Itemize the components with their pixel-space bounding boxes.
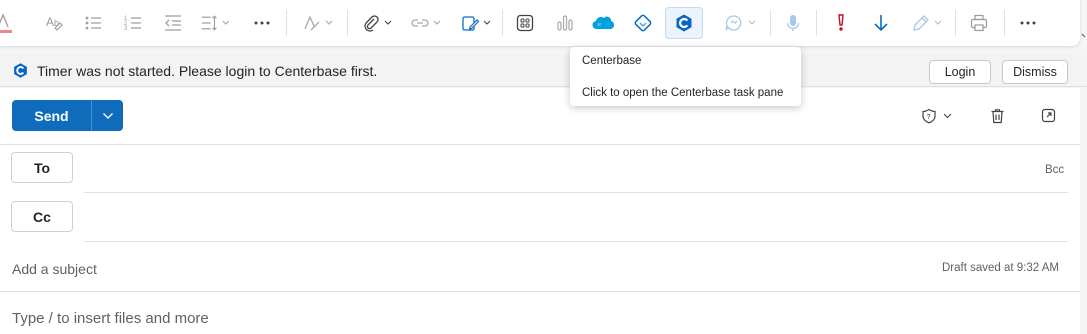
protection-button[interactable]: ? xyxy=(921,108,952,124)
chevron-down-icon xyxy=(943,113,952,119)
centerbase-icon xyxy=(676,14,692,32)
font-color-icon xyxy=(0,13,12,33)
to-button[interactable]: To xyxy=(11,152,73,183)
header-divider xyxy=(0,144,1080,145)
chevron-down-icon xyxy=(934,20,941,25)
tooltip-description: Click to open the Centerbase task pane xyxy=(582,87,784,99)
viva-insights-icon xyxy=(557,15,573,31)
send-button-group: Send xyxy=(12,100,123,131)
apps-icon xyxy=(516,14,534,32)
high-importance-button[interactable] xyxy=(828,8,854,38)
low-importance-icon xyxy=(874,15,888,32)
centerbase-tooltip: Centerbase Click to open the Centerbase … xyxy=(570,47,801,106)
copilot-icon xyxy=(724,15,741,31)
svg-text:3: 3 xyxy=(124,26,128,32)
centerbase-icon xyxy=(14,63,27,78)
clear-formatting-icon: A b xyxy=(46,15,63,31)
loop-icon xyxy=(634,14,652,32)
viva-insights-button[interactable] xyxy=(551,8,579,38)
bcc-button[interactable]: Bcc xyxy=(1045,164,1064,176)
clear-formatting-button[interactable]: A b xyxy=(40,8,68,38)
send-button[interactable]: Send xyxy=(12,100,91,131)
dismiss-button[interactable]: Dismiss xyxy=(1002,60,1068,84)
shield-question-icon: ? xyxy=(922,108,936,124)
notification-message: Timer was not started. Please login to C… xyxy=(37,63,378,79)
outlook-compose-window: A b 1 2 3 sf Timer was not started. Plea… xyxy=(0,0,1087,334)
toolbar-separator xyxy=(286,10,287,36)
svg-text:A: A xyxy=(46,15,54,29)
centerbase-button[interactable] xyxy=(665,7,703,39)
link-icon xyxy=(410,19,429,27)
tooltip-title: Centerbase xyxy=(582,55,642,67)
signature-icon xyxy=(461,16,479,31)
send-options-button[interactable] xyxy=(91,100,123,131)
toolbar-separator xyxy=(502,10,503,36)
to-field-underline xyxy=(84,192,1068,193)
font-color-button[interactable] xyxy=(0,8,14,38)
link-button[interactable] xyxy=(406,8,444,38)
login-button[interactable]: Login xyxy=(929,60,991,84)
line-spacing-icon xyxy=(201,15,217,31)
toolbar-separator xyxy=(347,10,348,36)
copilot-button[interactable] xyxy=(718,8,760,38)
toolbar-separator xyxy=(770,10,771,36)
chevron-down-icon xyxy=(325,20,332,25)
subject-input[interactable]: Add a subject xyxy=(12,261,97,277)
bullets-button[interactable] xyxy=(80,8,106,38)
more-options-button[interactable] xyxy=(1016,8,1040,38)
sensitivity-button[interactable] xyxy=(906,8,946,38)
numbering-button[interactable]: 1 2 3 xyxy=(120,8,146,38)
apps-button[interactable] xyxy=(511,8,539,38)
attach-file-button[interactable] xyxy=(358,8,394,38)
decrease-indent-icon xyxy=(165,15,181,31)
cc-button[interactable]: Cc xyxy=(11,201,73,232)
sensitivity-icon xyxy=(912,15,929,31)
low-importance-button[interactable] xyxy=(868,8,894,38)
compose-pane: Send ? To Bcc Cc Add a subject Draft sav… xyxy=(0,88,1080,334)
decrease-indent-button[interactable] xyxy=(160,8,186,38)
loop-button[interactable] xyxy=(629,8,657,38)
chevron-down-icon xyxy=(222,20,230,25)
more-formatting-icon xyxy=(254,21,270,25)
centerbase-notification-bar: Timer was not started. Please login to C… xyxy=(0,55,1087,87)
salesforce-button[interactable]: sf xyxy=(589,8,617,38)
cc-field-underline xyxy=(84,241,1068,242)
bullets-icon xyxy=(85,16,101,30)
ribbon-collapse-icon[interactable] xyxy=(1080,30,1087,42)
high-importance-icon xyxy=(838,14,844,31)
styles-icon xyxy=(303,15,319,31)
formatting-toolbar: A b 1 2 3 sf xyxy=(0,0,1080,46)
pop-out-button[interactable] xyxy=(1041,108,1056,123)
svg-text:?: ? xyxy=(927,114,931,121)
toolbar-separator xyxy=(955,10,956,36)
chevron-down-icon xyxy=(748,20,755,25)
discard-button[interactable] xyxy=(990,108,1005,124)
numbering-icon: 1 2 3 xyxy=(124,16,141,32)
more-options-icon xyxy=(1020,21,1036,25)
line-spacing-button[interactable] xyxy=(200,8,230,38)
more-formatting-button[interactable] xyxy=(250,8,274,38)
subject-divider xyxy=(0,291,1080,292)
toolbar-separator xyxy=(1004,10,1005,36)
chevron-down-icon xyxy=(102,112,113,119)
print-icon xyxy=(970,14,988,32)
trash-icon xyxy=(991,109,1004,124)
pop-out-icon xyxy=(1041,108,1056,123)
draft-status: Draft saved at 9:32 AM xyxy=(942,262,1059,274)
attach-file-icon xyxy=(363,15,379,32)
signature-button[interactable] xyxy=(456,8,494,38)
print-button[interactable] xyxy=(966,8,992,38)
chevron-down-icon xyxy=(384,20,391,25)
chevron-down-icon xyxy=(483,20,490,25)
message-body-input[interactable]: Type / to insert files and more xyxy=(12,310,209,327)
salesforce-icon: sf xyxy=(592,16,614,30)
dictate-button[interactable] xyxy=(780,8,806,38)
dictate-icon xyxy=(786,15,800,31)
toolbar-separator xyxy=(816,10,817,36)
styles-button[interactable] xyxy=(298,8,336,38)
chevron-down-icon xyxy=(433,20,440,25)
